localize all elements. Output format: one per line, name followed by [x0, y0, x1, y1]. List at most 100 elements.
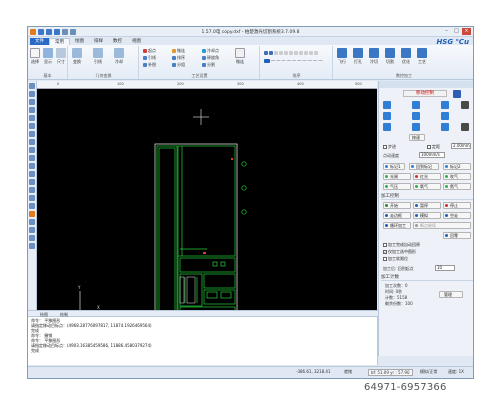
drawing-canvas[interactable]: X Y	[37, 89, 377, 310]
tool-layer-icon[interactable]	[29, 219, 35, 225]
selected-only-checkbox[interactable]: ✓仅加工选中图形	[383, 249, 416, 255]
loop-process-button[interactable]: 循环加工	[383, 222, 411, 229]
dry-run-button[interactable]: 空走	[443, 212, 471, 219]
arrow-up-left-icon[interactable]	[383, 101, 391, 109]
speed-button[interactable]: 按速	[409, 134, 425, 141]
cut-button[interactable]: 切割	[385, 48, 395, 65]
tool-mirror-icon[interactable]	[29, 187, 35, 193]
fixed-distance-checkbox[interactable]: 定距	[427, 144, 440, 150]
oxygen-button[interactable]: 氧气	[413, 183, 441, 190]
split-row[interactable]: 分割	[202, 62, 215, 68]
z-down-icon[interactable]	[461, 123, 469, 131]
tool-circle-icon[interactable]	[29, 107, 35, 113]
tab-file[interactable]: 文件	[30, 38, 49, 45]
start-point-row[interactable]: 起点	[143, 48, 156, 54]
stop-button[interactable]: 停止	[443, 202, 471, 209]
tool-spline-icon[interactable]	[29, 155, 35, 161]
nitrogen-button[interactable]: 氮气	[443, 183, 471, 190]
pierce-button[interactable]: 打孔	[353, 48, 363, 65]
tool-arc-icon[interactable]	[29, 115, 35, 121]
cool-button[interactable]: 冷却	[114, 48, 124, 65]
tool-zoom-icon[interactable]	[29, 171, 35, 177]
step-checkbox[interactable]: 步进	[383, 144, 396, 150]
maximize-icon[interactable]: □	[452, 28, 461, 35]
center-icon[interactable]	[412, 112, 420, 120]
tool-line-icon[interactable]	[29, 99, 35, 105]
goto-mark-button[interactable]: 回到标记	[409, 163, 439, 170]
close-icon[interactable]: ×	[462, 28, 471, 35]
tab-draw[interactable]: 绘图	[70, 38, 89, 45]
cool-point-row[interactable]: 冷却点	[202, 48, 219, 54]
z-up-icon[interactable]	[461, 101, 469, 109]
tool-measure-icon[interactable]	[29, 163, 35, 169]
microjoint-button[interactable]: 微连	[235, 48, 245, 65]
jog-speed-select[interactable]: 100mm/s	[419, 152, 445, 158]
sort-row[interactable]: 排序	[172, 55, 185, 61]
minimize-icon[interactable]: –	[442, 28, 451, 35]
home-button[interactable]: 回零	[443, 232, 471, 239]
lead-button[interactable]: 引线	[93, 48, 103, 65]
move-to-button[interactable]: 移动控制	[403, 90, 447, 97]
auto-return-checkbox[interactable]: 加工完成自动回原	[383, 242, 420, 248]
mark1-button[interactable]: 标记1	[383, 163, 405, 170]
tab-home[interactable]: 常用	[49, 38, 70, 45]
tool-align-icon[interactable]	[29, 227, 35, 233]
optimize-label: 优化	[402, 59, 410, 64]
size-button[interactable]: 尺寸	[56, 48, 66, 65]
red-light-button[interactable]: 红光	[413, 173, 441, 180]
release-angle-row[interactable]: 释放角	[202, 55, 219, 61]
tab-view[interactable]: 视图	[127, 38, 146, 45]
frame-button[interactable]: 走边框	[383, 212, 411, 219]
manage-button[interactable]: 管理	[439, 291, 463, 298]
tool-rect-icon[interactable]	[29, 123, 35, 129]
arrow-down-left-icon[interactable]	[383, 123, 391, 131]
flying-button[interactable]: 飞行	[337, 48, 347, 65]
resume-button[interactable]: 断点继续	[413, 222, 471, 229]
tool-point-icon[interactable]	[29, 91, 35, 97]
tool-polygon-icon[interactable]	[29, 131, 35, 137]
tool-rotate-icon[interactable]	[29, 195, 35, 201]
optimize-button[interactable]: 优化	[401, 48, 411, 65]
compensate-row[interactable]: 补偿	[143, 62, 156, 68]
ruler-label: 300	[237, 82, 244, 86]
display-button[interactable]: 显示	[43, 48, 53, 65]
arrow-down-icon[interactable]	[412, 123, 420, 131]
start-button[interactable]: 开始	[383, 202, 411, 209]
arrow-up-icon[interactable]	[412, 101, 420, 109]
cold-cut-icon	[369, 48, 379, 58]
tool-color-icon[interactable]	[29, 211, 35, 217]
microjoint-row[interactable]: 微连	[172, 48, 185, 54]
lock-icon[interactable]	[453, 90, 461, 98]
tool-distribute-icon[interactable]	[29, 235, 35, 241]
pause-button[interactable]: 暂停	[413, 202, 441, 209]
arrow-left-icon[interactable]	[383, 112, 391, 120]
select-button[interactable]: 选择	[30, 48, 40, 65]
tool-pan-icon[interactable]	[29, 179, 35, 185]
arrow-up-right-icon[interactable]	[441, 101, 449, 109]
soft-limit-checkbox[interactable]: 加工软限位	[383, 256, 408, 262]
tool-star-icon[interactable]	[29, 147, 35, 153]
distance-select[interactable]: 2.00mm	[451, 143, 471, 149]
air-button[interactable]: 气压	[383, 183, 411, 190]
blow-button[interactable]: 吹气	[443, 173, 471, 180]
tab-nest[interactable]: 排样	[89, 38, 108, 45]
sort-toolbar[interactable]	[264, 50, 319, 55]
tool-text-icon[interactable]	[29, 139, 35, 145]
transform-button[interactable]: 变换	[72, 48, 82, 65]
mark2-button[interactable]: 标记2	[443, 163, 471, 170]
process-button[interactable]: 工艺	[417, 48, 427, 65]
microjoint-icon	[172, 49, 176, 53]
arrow-down-right-icon[interactable]	[441, 123, 449, 131]
tool-select-icon[interactable]	[29, 83, 35, 89]
lead-row[interactable]: 引线	[143, 55, 156, 61]
tab-cnc[interactable]: 数控	[108, 38, 127, 45]
tool-extra-icon[interactable]	[29, 243, 35, 249]
simulate-button[interactable]: 模拟	[413, 212, 441, 219]
tool-array-icon[interactable]	[29, 203, 35, 209]
cold-cut-button[interactable]: 冷切	[369, 48, 379, 65]
sort-slider[interactable]: ― ― ― ― ― ― ― ― ― ―	[264, 58, 322, 63]
shutter-button[interactable]: 光闸	[383, 173, 411, 180]
arrow-right-icon[interactable]	[441, 112, 449, 120]
return-count-select[interactable]: 10	[435, 265, 455, 271]
group-row[interactable]: 分组	[172, 62, 185, 68]
